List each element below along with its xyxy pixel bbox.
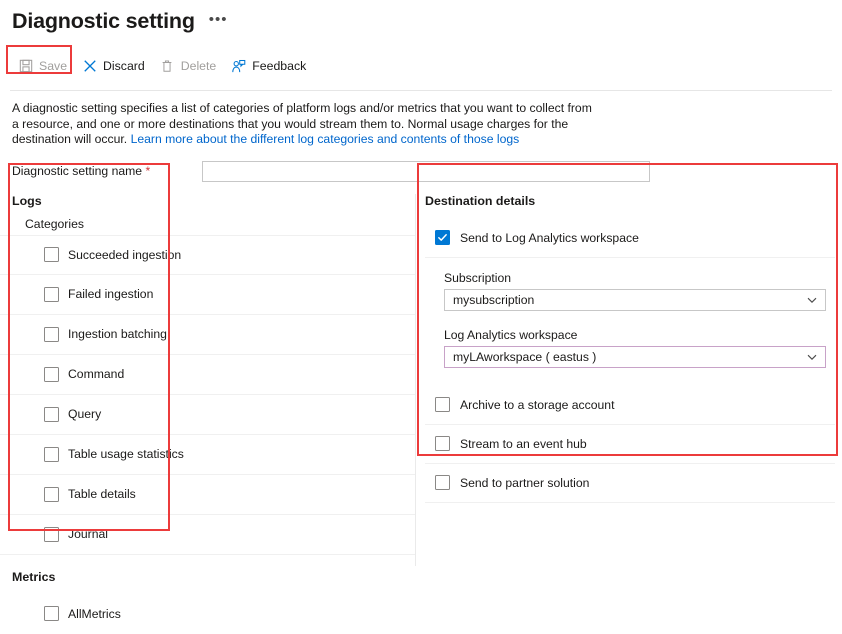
log-analytics-workspace-dropdown[interactable]: myLAworkspace ( eastus ) bbox=[444, 346, 826, 368]
archive-to-storage-label: Archive to a storage account bbox=[460, 398, 614, 412]
list-item[interactable]: Ingestion batching bbox=[0, 315, 415, 355]
destination-details-heading: Destination details bbox=[425, 194, 835, 208]
list-item[interactable]: Succeeded ingestion bbox=[0, 235, 415, 275]
list-item[interactable]: Failed ingestion bbox=[0, 275, 415, 315]
send-to-log-analytics-row[interactable]: Send to Log Analytics workspace bbox=[425, 219, 835, 258]
send-to-partner-solution-row[interactable]: Send to partner solution bbox=[425, 464, 835, 503]
diagnostic-setting-name-input[interactable] bbox=[202, 161, 650, 182]
list-item[interactable]: AllMetrics bbox=[0, 594, 415, 634]
checkbox-allmetrics[interactable] bbox=[44, 606, 59, 621]
list-item[interactable]: Journal bbox=[0, 515, 415, 555]
diagnostic-setting-name-label: Diagnostic setting name * bbox=[12, 164, 202, 178]
command-bar: Save Discard Delete Feedback bbox=[0, 51, 842, 81]
discard-icon bbox=[82, 59, 97, 74]
archive-to-storage-row[interactable]: Archive to a storage account bbox=[425, 386, 835, 425]
list-item-label: AllMetrics bbox=[68, 607, 121, 621]
delete-button[interactable]: Delete bbox=[154, 55, 226, 78]
log-analytics-workspace-field: Log Analytics workspace myLAworkspace ( … bbox=[425, 315, 835, 372]
diagnostic-setting-name-row: Diagnostic setting name * bbox=[12, 161, 842, 182]
chevron-down-icon bbox=[806, 294, 818, 306]
delete-label: Delete bbox=[181, 59, 217, 73]
metrics-section: Metrics AllMetrics bbox=[0, 570, 842, 634]
page-header: Diagnostic setting ••• bbox=[0, 0, 842, 39]
send-to-partner-solution-label: Send to partner solution bbox=[460, 476, 589, 490]
subscription-field: Subscription mysubscription bbox=[425, 258, 835, 315]
learn-more-link[interactable]: Learn more about the different log categ… bbox=[131, 132, 520, 146]
list-item[interactable]: Table usage statistics bbox=[0, 435, 415, 475]
checkbox-failed-ingestion[interactable] bbox=[44, 287, 59, 302]
log-analytics-workspace-label: Log Analytics workspace bbox=[444, 328, 835, 342]
log-analytics-workspace-value: myLAworkspace ( eastus ) bbox=[453, 350, 596, 364]
subscription-dropdown[interactable]: mysubscription bbox=[444, 289, 826, 311]
required-marker: * bbox=[145, 164, 150, 178]
list-item[interactable]: Query bbox=[0, 395, 415, 435]
discard-label: Discard bbox=[103, 59, 145, 73]
list-item[interactable]: Command bbox=[0, 355, 415, 395]
list-item-label: Ingestion batching bbox=[68, 327, 167, 341]
list-item[interactable]: Table details bbox=[0, 475, 415, 515]
subscription-label: Subscription bbox=[444, 271, 835, 285]
page-title: Diagnostic setting bbox=[12, 11, 195, 33]
feedback-icon bbox=[231, 59, 246, 74]
subscription-value: mysubscription bbox=[453, 293, 534, 307]
checkbox-query[interactable] bbox=[44, 407, 59, 422]
description-text: A diagnostic setting specifies a list of… bbox=[12, 101, 592, 148]
save-label: Save bbox=[39, 59, 67, 73]
checkbox-journal[interactable] bbox=[44, 527, 59, 542]
list-item-label: Query bbox=[68, 407, 101, 421]
checkbox-ingestion-batching[interactable] bbox=[44, 327, 59, 342]
send-to-log-analytics-label: Send to Log Analytics workspace bbox=[460, 231, 639, 245]
stream-to-event-hub-label: Stream to an event hub bbox=[460, 437, 587, 451]
metrics-list: AllMetrics bbox=[0, 594, 415, 634]
list-item-label: Journal bbox=[68, 527, 108, 541]
save-button[interactable]: Save bbox=[12, 55, 76, 78]
metrics-heading: Metrics bbox=[0, 570, 842, 584]
checkbox-table-usage-statistics[interactable] bbox=[44, 447, 59, 462]
list-item-label: Table details bbox=[68, 487, 136, 501]
checkbox-archive-to-storage-account[interactable] bbox=[435, 397, 450, 412]
checkbox-table-details[interactable] bbox=[44, 487, 59, 502]
list-item-label: Succeeded ingestion bbox=[68, 248, 181, 262]
stream-to-event-hub-row[interactable]: Stream to an event hub bbox=[425, 425, 835, 464]
logs-category-list: Succeeded ingestion Failed ingestion Ing… bbox=[0, 235, 415, 555]
checkbox-send-to-partner-solution[interactable] bbox=[435, 475, 450, 490]
checkbox-succeeded-ingestion[interactable] bbox=[44, 247, 59, 262]
list-item-label: Failed ingestion bbox=[68, 287, 153, 301]
chevron-down-icon bbox=[806, 351, 818, 363]
discard-button[interactable]: Discard bbox=[76, 55, 154, 78]
destination-details-panel: Destination details Send to Log Analytic… bbox=[425, 194, 835, 503]
command-bar-divider bbox=[10, 90, 832, 91]
list-item-label: Command bbox=[68, 367, 124, 381]
checkbox-command[interactable] bbox=[44, 367, 59, 382]
name-label-text: Diagnostic setting name bbox=[12, 164, 142, 178]
main-content: Logs Categories Succeeded ingestion Fail… bbox=[0, 194, 842, 634]
save-icon bbox=[18, 59, 33, 74]
delete-icon bbox=[160, 59, 175, 74]
feedback-label: Feedback bbox=[252, 59, 306, 73]
checkbox-send-to-log-analytics[interactable] bbox=[435, 230, 450, 245]
feedback-button[interactable]: Feedback bbox=[225, 55, 315, 78]
list-item-label: Table usage statistics bbox=[68, 447, 184, 461]
more-options-icon[interactable]: ••• bbox=[209, 12, 228, 33]
checkbox-stream-to-event-hub[interactable] bbox=[435, 436, 450, 451]
